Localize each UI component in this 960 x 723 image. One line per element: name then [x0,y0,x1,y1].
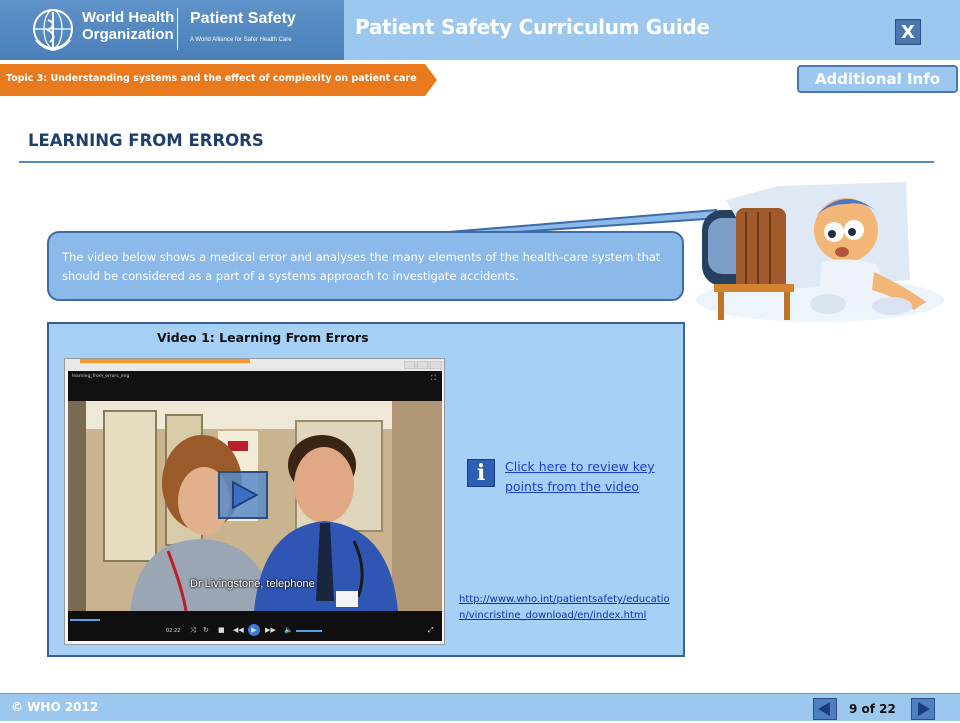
seek-progress-bar[interactable] [70,619,100,621]
program-subtitle: A World Alliance for Safer Health Care [190,37,292,43]
video-time: 02:22 [166,628,181,634]
shuffle-icon[interactable]: ⤨ [190,625,196,635]
key-points-link[interactable]: Click here to review key points from the… [505,457,675,497]
who-emblem-icon [33,9,73,52]
app-title: Patient Safety Curriculum Guide [355,15,710,39]
fullscreen-icon[interactable]: ⤢ [428,625,434,635]
copyright-text: © WHO 2012 [11,700,99,714]
who-logo: World Health Organization Patient Safety… [0,0,344,60]
close-button[interactable]: X [895,19,921,45]
topic-label: Topic 3: Understanding systems and the e… [6,73,417,84]
video-filename: learning_from_errors_eng [72,374,130,379]
next-page-button[interactable] [911,698,935,720]
intro-text: The video below shows a medical error an… [62,250,661,283]
rewind-icon[interactable]: ◀◀ [233,625,244,635]
volume-slider[interactable] [296,630,322,632]
program-title: Patient Safety [190,10,296,27]
previous-page-button[interactable] [813,698,837,720]
stop-icon[interactable]: ■ [218,625,225,635]
fast-forward-icon[interactable]: ▶▶ [265,625,276,635]
source-url-link[interactable]: http://www.who.int/patientsafety/educati… [459,592,674,624]
play-pause-icon[interactable]: ▶ [248,624,260,636]
player-accent-strip [80,359,250,363]
arrow-right-icon [918,702,930,716]
title-divider [19,161,934,163]
repeat-icon[interactable]: ↻ [203,625,209,635]
cartoon-child-watching-tv-illustration [696,182,944,322]
video-title: Video 1: Learning From Errors [157,330,369,345]
who-org-name: World Health Organization [82,9,175,43]
video-subtitle: Dr Livingstone, telephone [190,578,315,590]
info-icon[interactable]: i [467,459,495,487]
additional-info-button[interactable]: Additional Info [797,65,958,93]
expand-icon[interactable]: ⛶ [431,374,436,383]
arrow-left-icon [818,702,830,716]
page-indicator: 9 of 22 [849,702,896,716]
window-controls[interactable] [404,361,442,369]
page-title: LEARNING FROM ERRORS [28,131,264,150]
logo-divider [177,8,178,50]
volume-icon[interactable]: 🔈 [284,625,293,635]
play-icon[interactable] [218,471,268,519]
